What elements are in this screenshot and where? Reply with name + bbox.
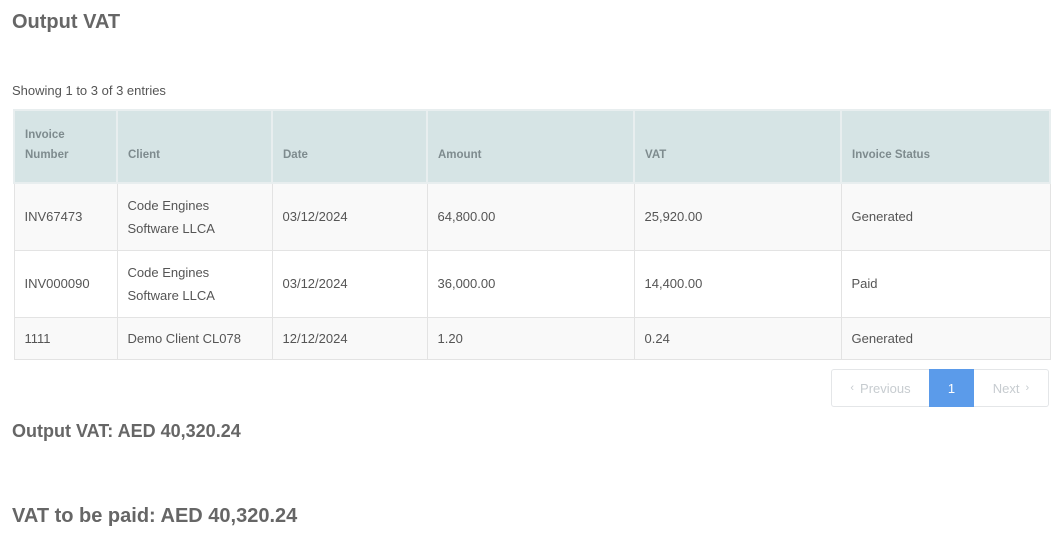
previous-label: Previous [860,380,911,396]
cell-invoice-number: INV67473 [13,182,118,251]
cell-amount: 1.20 [426,316,635,360]
cell-vat: 25,920.00 [633,182,842,251]
table-row: INV67473 Code Engines Software LLCA 03/1… [13,182,1051,251]
cell-amount: 64,800.00 [426,182,635,251]
table-row: INV000090 Code Engines Software LLCA 03/… [13,249,1051,318]
cell-invoice-number: INV000090 [13,249,118,318]
page-button-current[interactable]: 1 [929,369,974,407]
cell-date: 12/12/2024 [271,316,428,360]
cell-invoice-status: Paid [840,249,1051,318]
cell-date: 03/12/2024 [271,249,428,318]
chevron-left-icon: ‹ [850,382,855,394]
table-header-row: Invoice Number Client Date Amount VAT In… [13,109,1051,184]
column-header-client[interactable]: Client [116,109,273,184]
cell-vat: 0.24 [633,316,842,360]
column-header-vat[interactable]: VAT [633,109,842,184]
vat-to-be-paid-total: VAT to be paid: AED 40,320.24 [12,505,298,527]
output-vat-total: Output VAT: AED 40,320.24 [12,421,241,441]
table-row: 1111 Demo Client CL078 12/12/2024 1.20 0… [13,316,1051,360]
cell-invoice-status: Generated [840,316,1051,360]
chevron-right-icon: › [1025,382,1030,394]
column-header-invoice-number[interactable]: Invoice Number [13,109,118,184]
cell-client: Code Engines Software LLCA [116,182,273,251]
cell-invoice-number: 1111 [13,316,118,360]
next-label: Next [992,380,1020,396]
cell-amount: 36,000.00 [426,249,635,318]
next-page-button[interactable]: Next › [974,369,1049,407]
column-header-invoice-status[interactable]: Invoice Status [840,109,1051,184]
previous-page-button[interactable]: ‹ Previous [831,369,929,407]
cell-client: Demo Client CL078 [116,316,273,360]
cell-date: 03/12/2024 [271,182,428,251]
cell-invoice-status: Generated [840,182,1051,251]
cell-vat: 14,400.00 [633,249,842,318]
output-vat-table-container: Invoice Number Client Date Amount VAT In… [13,109,1051,360]
pagination: ‹ Previous 1 Next › [831,369,1049,407]
column-header-date[interactable]: Date [271,109,428,184]
column-header-amount[interactable]: Amount [426,109,635,184]
page-title: Output VAT [12,11,121,33]
cell-client: Code Engines Software LLCA [116,249,273,318]
output-vat-table: Invoice Number Client Date Amount VAT In… [13,109,1051,360]
entries-info: Showing 1 to 3 of 3 entries [12,83,166,98]
